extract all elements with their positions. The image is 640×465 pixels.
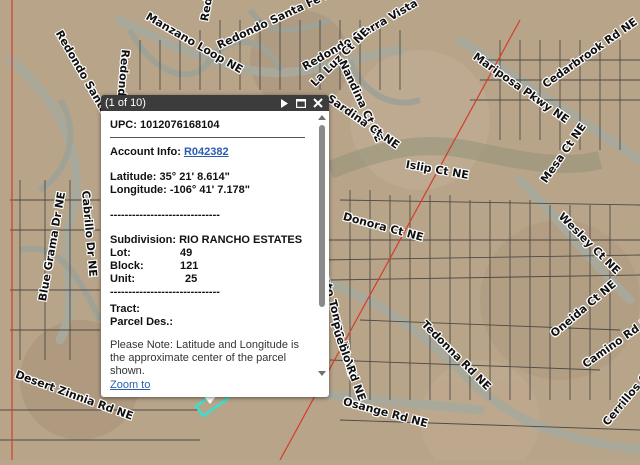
scroll-up-arrow-icon[interactable]: [318, 114, 326, 122]
close-button[interactable]: [311, 96, 325, 110]
next-feature-button[interactable]: [277, 96, 291, 110]
lot-value: 49: [180, 247, 193, 259]
subdivision-row: Subdivision: RIO RANCHO ESTATES: [110, 234, 315, 247]
upc-row: UPC: 1012076168104: [110, 119, 315, 132]
account-label: Account Info:: [110, 146, 181, 158]
subdivision-label: Subdivision:: [110, 234, 176, 246]
unit-row: Unit: 25: [110, 273, 315, 286]
zoom-to-link[interactable]: Zoom to: [110, 379, 150, 391]
lot-label: Lot:: [110, 247, 131, 259]
unit-value: 25: [185, 273, 198, 285]
lot-row: Lot: 49: [110, 247, 315, 260]
maximize-icon: [296, 98, 306, 108]
latitude-label: Latitude:: [110, 171, 157, 183]
scroll-down-arrow-icon[interactable]: [318, 369, 326, 377]
unit-label: Unit:: [110, 273, 136, 285]
scrollbar-thumb[interactable]: [319, 125, 325, 307]
location-note: Please Note: Latitude and Longitude is t…: [110, 339, 299, 377]
dash-divider: ------------------------------: [110, 209, 220, 221]
parcel-des-label: Parcel Des.:: [110, 316, 173, 328]
longitude-value: -106° 41' 7.178": [169, 184, 251, 196]
latitude-value: 35° 21' 8.614": [159, 171, 230, 183]
account-row: Account Info: R042382: [110, 146, 315, 159]
popup-content[interactable]: UPC: 1012076168104 Account Info: R042382…: [101, 111, 315, 397]
upc-value: 1012076168104: [139, 119, 220, 131]
tract-label: Tract:: [110, 303, 140, 315]
account-link[interactable]: R042382: [184, 146, 229, 158]
dash-divider: ------------------------------: [110, 286, 220, 298]
popup-pager: (1 of 10): [105, 97, 146, 109]
parcel-info-popup: (1 of 10) UPC: 1012076168104 Account Inf…: [101, 95, 329, 397]
block-value: 121: [180, 260, 199, 272]
block-label: Block:: [110, 260, 144, 272]
popup-header: (1 of 10): [101, 95, 329, 111]
longitude-label: Longitude:: [110, 184, 167, 196]
subdivision-value: RIO RANCHO ESTATES: [179, 234, 303, 246]
block-row: Block: 121: [110, 260, 315, 273]
upc-label: UPC:: [110, 119, 137, 131]
longitude-row: Longitude: -106° 41' 7.178": [110, 184, 315, 197]
maximize-button[interactable]: [294, 96, 308, 110]
close-icon: [313, 98, 323, 108]
play-icon: [281, 98, 288, 108]
divider: [110, 137, 305, 138]
latitude-row: Latitude: 35° 21' 8.614": [110, 171, 315, 184]
